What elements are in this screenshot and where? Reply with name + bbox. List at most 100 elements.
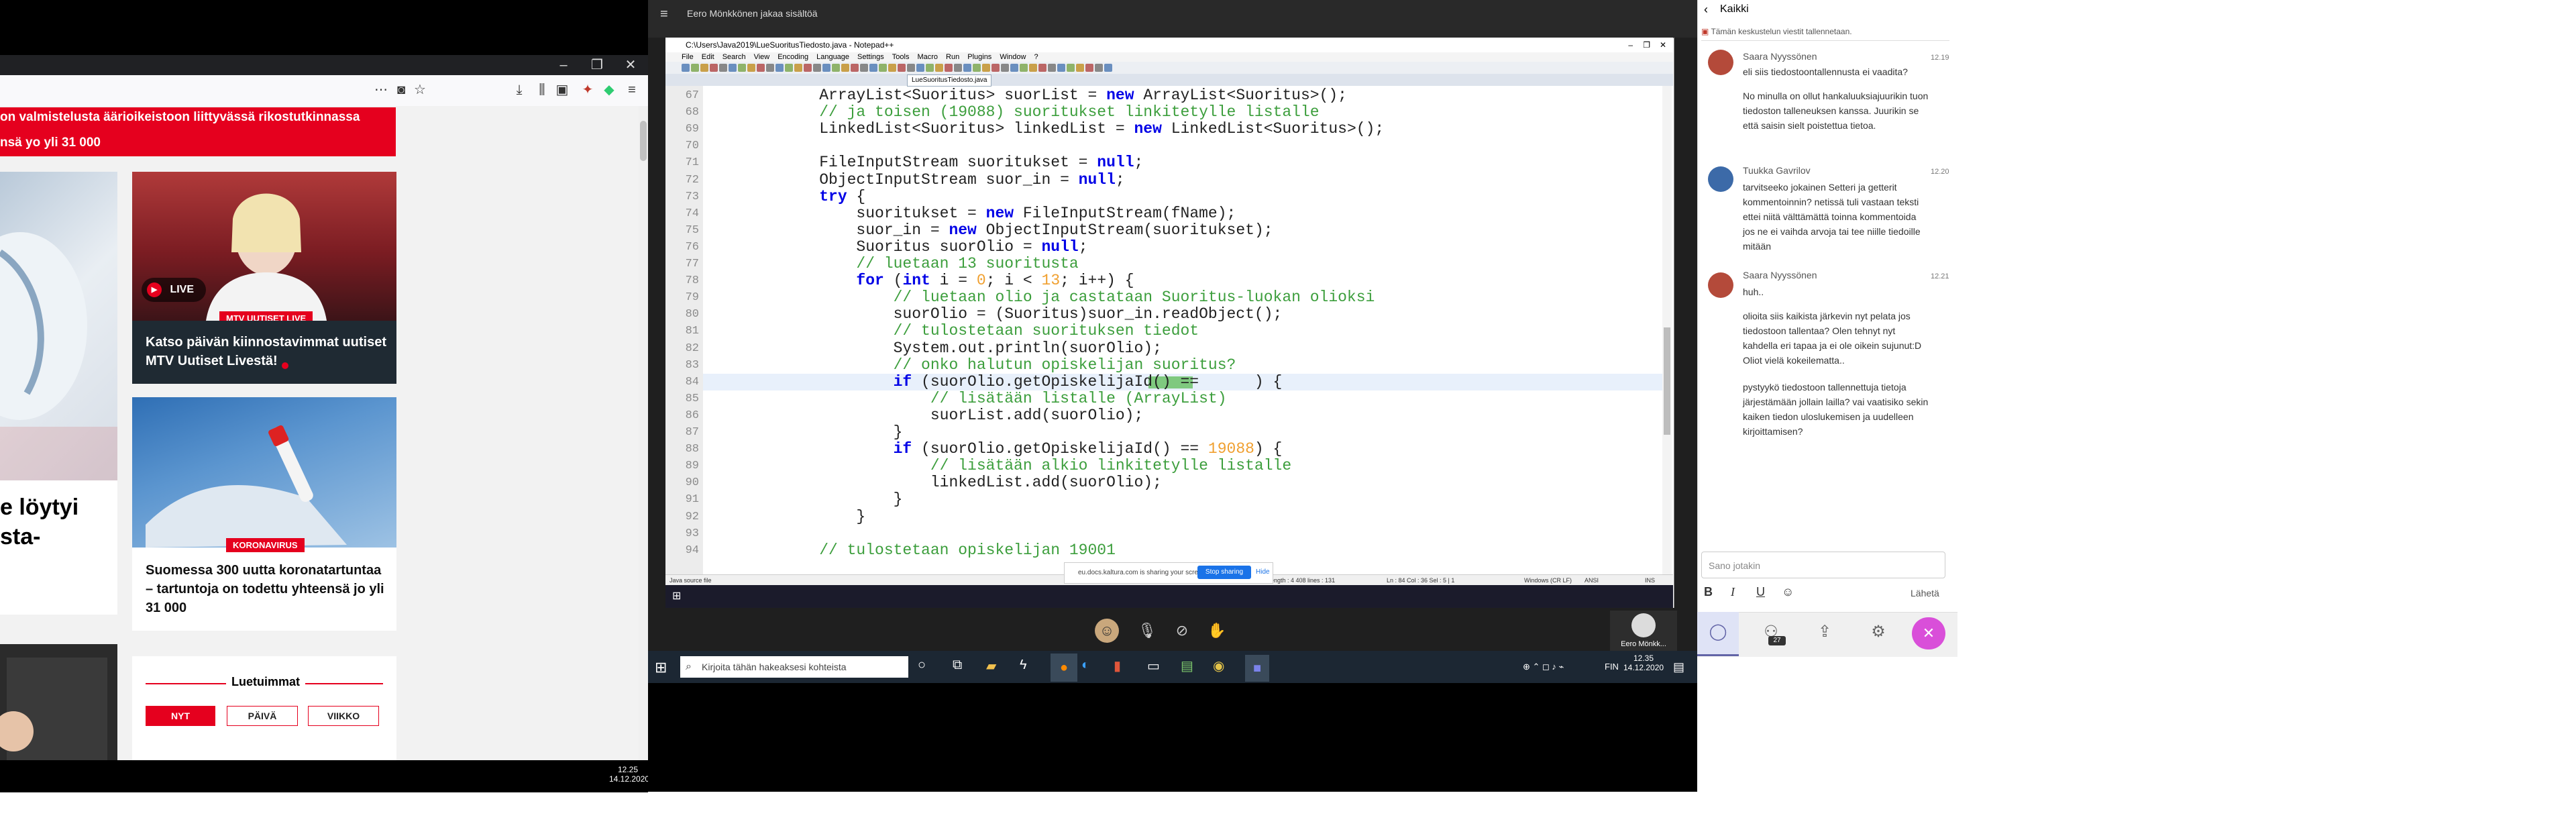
camera-off-icon[interactable]: ⊘ (1170, 619, 1194, 643)
breaking-news-bar-2[interactable]: nsä yo yli 31 000 (0, 129, 396, 156)
toolbar-button-icon[interactable] (841, 64, 849, 72)
toolbar-button-icon[interactable] (1085, 64, 1093, 72)
tab-day[interactable]: PÄIVÄ (227, 706, 298, 726)
extension-icon[interactable]: ✦ (580, 81, 596, 99)
code-line[interactable]: } (782, 423, 903, 441)
toolbar-button-icon[interactable] (916, 64, 924, 72)
code-line[interactable]: ArrayList<Suoritus> suorList = new Array… (782, 87, 1347, 104)
avatar[interactable] (1708, 50, 1733, 75)
tab-active-file[interactable]: LueSuoritusTiedosto.java (907, 74, 992, 87)
code-line[interactable]: linkedList.add(suorOlio); (782, 474, 1162, 491)
back-icon[interactable]: ‹ (1704, 0, 1708, 19)
toolbar-button-icon[interactable] (963, 64, 971, 72)
browser-scrollbar[interactable] (639, 106, 648, 767)
taskbar-clock[interactable]: 12.35 14.12.2020 (1623, 654, 1664, 672)
toolbar-button-icon[interactable] (954, 64, 962, 72)
menu-item[interactable]: ? (1034, 53, 1038, 61)
code-line[interactable]: // onko halutun opiskelijan suoritus? (782, 356, 1236, 374)
news-card-corona[interactable]: KORONAVIRUS Suomessa 300 uutta koronatar… (132, 397, 396, 631)
share-icon[interactable]: ⇪ (1811, 619, 1838, 645)
notepad-icon[interactable]: ▤ (1181, 658, 1193, 674)
toolbar-button-icon[interactable] (1001, 64, 1009, 72)
menu-item[interactable]: Settings (857, 53, 884, 61)
code-line[interactable]: System.out.println(suorOlio); (782, 340, 1162, 357)
code-line[interactable]: suoritukset = new FileInputStream(fName)… (782, 205, 1236, 222)
toolbar-button-icon[interactable] (1104, 64, 1112, 72)
code-line[interactable]: } (782, 508, 865, 525)
scroll-thumb[interactable] (1664, 327, 1670, 435)
code-line[interactable]: // ja toisen (19088) suoritukset linkite… (782, 104, 1319, 121)
toolbar-button-icon[interactable] (1095, 64, 1103, 72)
italic-icon[interactable]: I (1731, 585, 1735, 599)
toolbar-button-icon[interactable] (832, 64, 840, 72)
code-line[interactable]: // lisätään alkio linkitetylle listalle (782, 458, 1291, 474)
toolbar-button-icon[interactable] (991, 64, 1000, 72)
toolbar-button-icon[interactable] (710, 64, 718, 72)
left-lower-card[interactable] (0, 644, 117, 767)
toolbar-button-icon[interactable] (1020, 64, 1028, 72)
toolbar-button-icon[interactable] (869, 64, 877, 72)
task-view-icon[interactable]: ⧉ (953, 658, 962, 673)
menu-item[interactable]: View (754, 53, 770, 61)
menu-item[interactable]: Encoding (777, 53, 808, 61)
code-line[interactable]: LinkedList<Suoritus> linkedList = new Li… (782, 121, 1384, 138)
live-pill[interactable]: ▶ LIVE (142, 278, 206, 302)
code-line[interactable]: suor_in = new ObjectInputStream(suorituk… (782, 221, 1273, 239)
code-line[interactable]: suorList.add(suorOlio); (782, 407, 1143, 424)
toolbar-button-icon[interactable] (982, 64, 990, 72)
toolbar-button-icon[interactable] (757, 64, 765, 72)
tray-icons[interactable]: ⊕ ⌃ ◻ ♪ ⌁ (1523, 651, 1564, 683)
toolbar-button-icon[interactable] (700, 64, 708, 72)
teams-taskbar-button[interactable]: ■ (1245, 655, 1269, 682)
toolbar-button-icon[interactable] (775, 64, 784, 72)
maximize-icon[interactable]: ❐ (584, 55, 610, 75)
code-line[interactable]: suorOlio = (Suoritus)suor_in.readObject(… (782, 306, 1283, 323)
sidebar-icon[interactable]: ▣ (554, 81, 570, 99)
toolbar-button-icon[interactable] (935, 64, 943, 72)
code-line[interactable]: if (suorOlio.getOpiskelijaId() == ) { (782, 373, 1283, 390)
news-card-live[interactable]: ▶ LIVE MTV UUTISET LIVE Katso päivän kii… (132, 172, 396, 384)
bookmark-star-icon[interactable]: ☆ (412, 81, 428, 99)
editor-scrollbar[interactable] (1662, 86, 1672, 574)
toolbar-button-icon[interactable] (888, 64, 896, 72)
code-line[interactable]: FileInputStream suoritukset = null; (782, 154, 1143, 171)
avatar[interactable] (1708, 166, 1733, 192)
terminal-icon[interactable]: ▭ (1147, 658, 1160, 674)
hide-button[interactable]: Hide (1256, 566, 1270, 579)
chat-back-label[interactable]: Kaikki (1720, 0, 1749, 19)
code-line[interactable]: // luetaan 13 suoritusta (782, 255, 1078, 272)
maximize-icon[interactable]: ❐ (1643, 38, 1650, 52)
toolbar-button-icon[interactable] (804, 64, 812, 72)
close-icon[interactable]: ✕ (1660, 38, 1666, 52)
toolbar-button-icon[interactable] (945, 64, 953, 72)
left-partial-card[interactable]: e löytyi sta- (0, 172, 117, 615)
code-line[interactable]: // luetaan olio ja castataan Suoritus-lu… (782, 289, 1375, 306)
underline-icon[interactable]: U (1756, 585, 1765, 599)
code-line[interactable]: } (782, 491, 903, 508)
office-icon[interactable]: ▮ (1114, 658, 1121, 674)
toolbar-button-icon[interactable] (682, 64, 690, 72)
tab-week[interactable]: VIIKKO (308, 706, 379, 726)
toolbar-button-icon[interactable] (879, 64, 887, 72)
toolbar-button-icon[interactable] (691, 64, 699, 72)
menu-item[interactable]: Window (1000, 53, 1026, 61)
start-icon[interactable]: ⊞ (655, 659, 667, 676)
emoji-icon[interactable]: ☺ (1782, 585, 1794, 599)
extension-2-icon[interactable]: ◆ (601, 81, 617, 99)
toolbar-button-icon[interactable] (1057, 64, 1065, 72)
menu-icon[interactable]: ≡ (624, 81, 640, 99)
firefox-taskbar-button[interactable]: ● (1051, 654, 1077, 682)
toolbar-button-icon[interactable] (973, 64, 981, 72)
mic-off-icon[interactable]: 🎙 (1135, 619, 1159, 643)
cortana-icon[interactable]: ○ (918, 658, 926, 673)
toolbar-button-icon[interactable] (1067, 64, 1075, 72)
minimize-icon[interactable]: – (550, 55, 577, 75)
toolbar-button-icon[interactable] (813, 64, 821, 72)
code-line[interactable]: // tulostetaan suorituksen tiedot (782, 323, 1199, 340)
tab-now[interactable]: NYT (146, 706, 215, 726)
toolbar-button-icon[interactable] (719, 64, 727, 72)
code-line[interactable]: // tulostetaan opiskelijan 19001 (782, 541, 1116, 559)
toolbar-button-icon[interactable] (851, 64, 859, 72)
menu-item[interactable]: Edit (702, 53, 714, 61)
toolbar-button-icon[interactable] (729, 64, 737, 72)
